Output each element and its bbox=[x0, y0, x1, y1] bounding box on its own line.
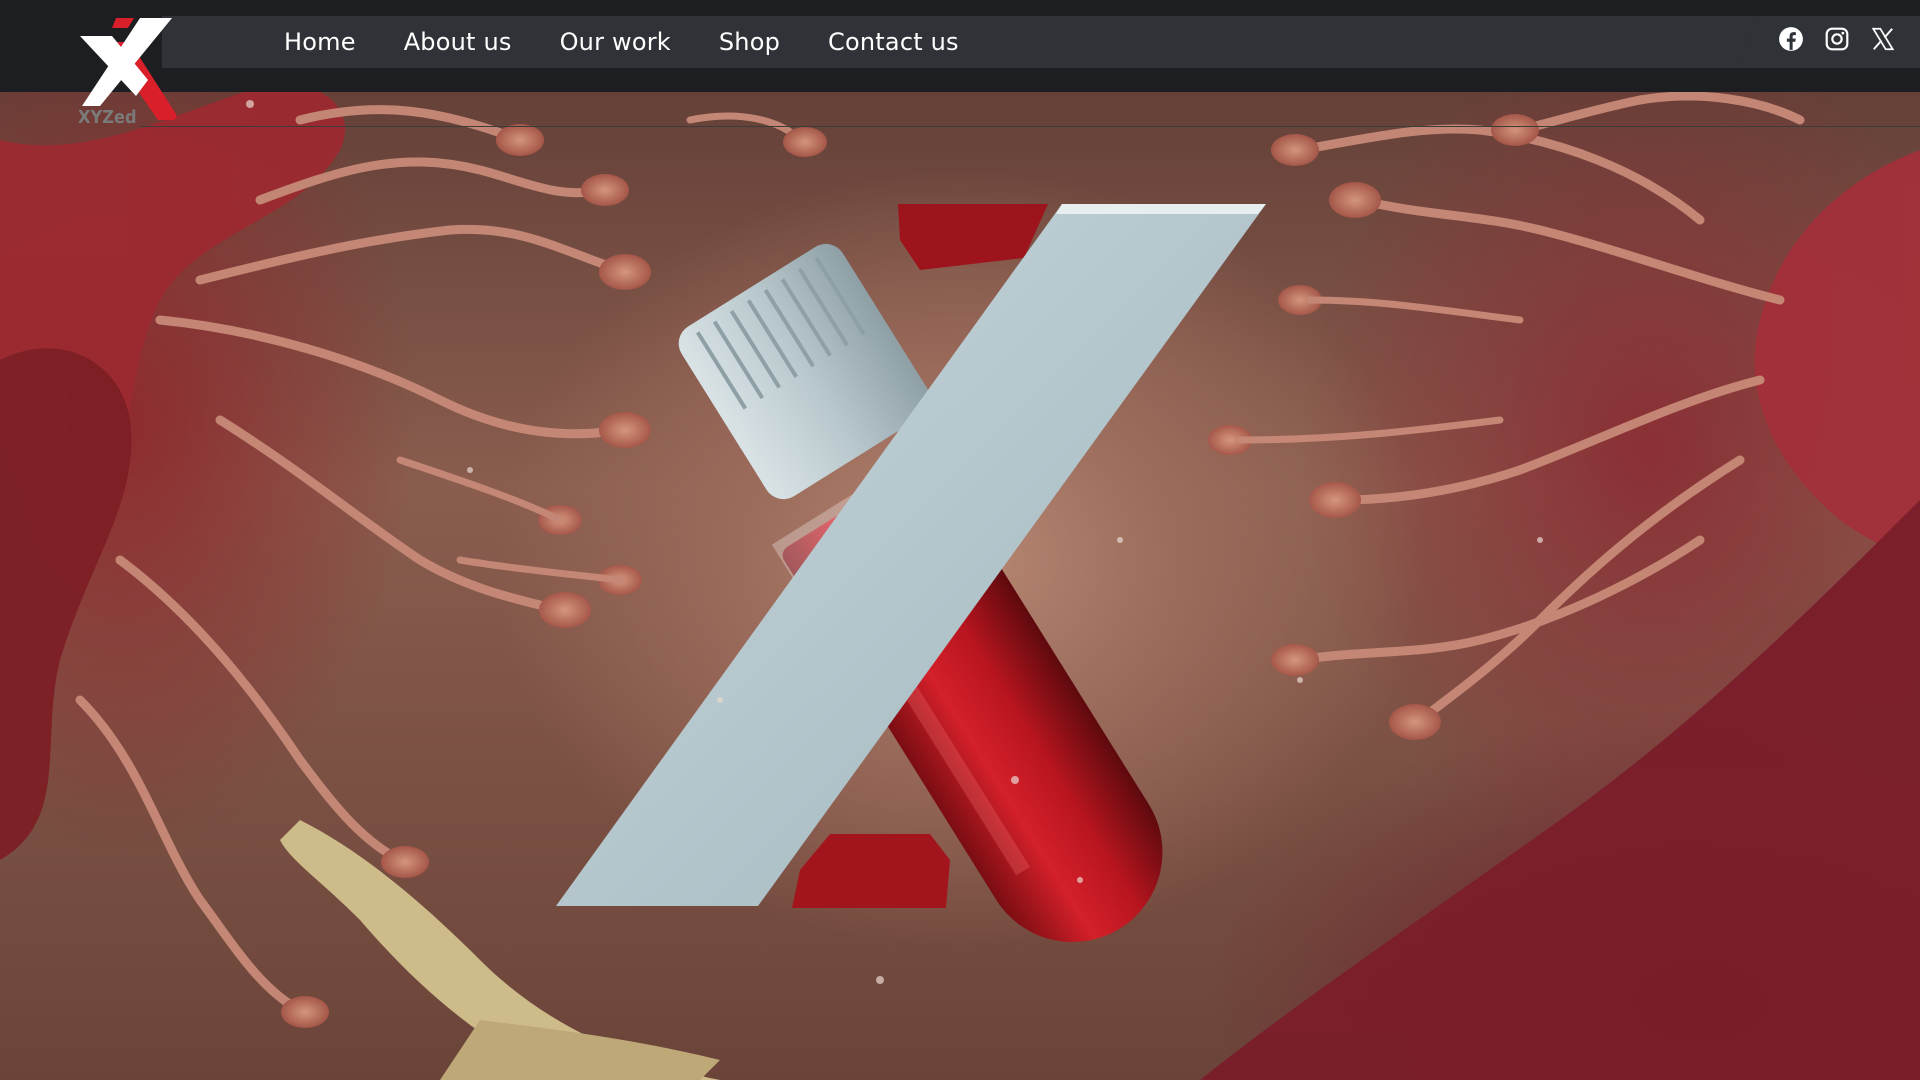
hero-image bbox=[0, 0, 1920, 1080]
nav-home[interactable]: Home bbox=[284, 28, 356, 56]
nav-contact-us[interactable]: Contact us bbox=[828, 28, 959, 56]
right-neuron bbox=[1200, 91, 1920, 1080]
logo-text: XYZed bbox=[78, 107, 137, 128]
nav-our-work[interactable]: Our work bbox=[560, 28, 671, 56]
facebook-icon[interactable] bbox=[1778, 26, 1804, 52]
hero-illustration bbox=[0, 84, 1920, 1080]
main-nav: Home About us Our work Shop Contact us bbox=[284, 18, 1007, 66]
nav-about-us[interactable]: About us bbox=[404, 28, 512, 56]
instagram-icon[interactable] bbox=[1824, 26, 1850, 52]
hero-x-logo bbox=[556, 204, 1266, 942]
x-twitter-icon[interactable] bbox=[1870, 26, 1896, 52]
social-icons bbox=[1778, 26, 1916, 52]
nav-shop[interactable]: Shop bbox=[719, 28, 780, 56]
header-divider bbox=[140, 126, 1920, 127]
